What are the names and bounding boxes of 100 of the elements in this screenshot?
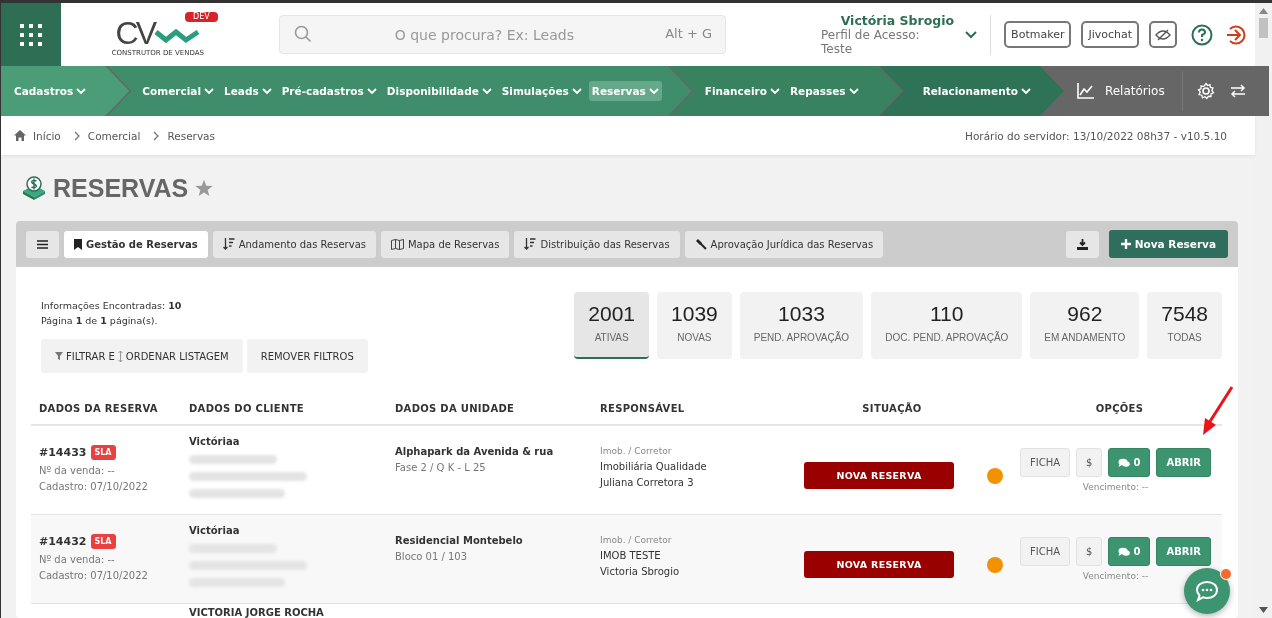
- chevron-down-icon: [204, 87, 214, 95]
- header-button[interactable]: Botmaker: [1004, 21, 1072, 48]
- broker-name: Victoria Sbrogio: [600, 566, 681, 577]
- responsible-role: Imob. / Corretor: [600, 446, 673, 456]
- chevron-down-icon: [366, 87, 377, 95]
- scroll-down-icon[interactable]: [1259, 607, 1268, 613]
- column-header: DADOS DA RESERVA: [38, 402, 159, 414]
- nav-menu-item[interactable]: Repasses: [786, 81, 862, 101]
- tab[interactable]: Aprovação Jurídica das Reservas: [684, 230, 884, 258]
- menu-icon: [37, 239, 48, 249]
- comments-icon: [1118, 546, 1131, 557]
- nav-menu-item[interactable]: Simulações: [498, 81, 585, 101]
- payment-button[interactable]: $: [1076, 537, 1103, 566]
- chevron-right-icon: [73, 130, 81, 141]
- comments-button[interactable]: 0: [1108, 448, 1151, 477]
- user-name: Victória Sbrogio: [840, 13, 955, 28]
- sla-badge: SLA: [90, 445, 116, 460]
- chat-bubble-icon: [1195, 580, 1219, 602]
- open-button[interactable]: ABRIR: [1156, 537, 1211, 566]
- client-name: VICTORIA JORGE ROCHA: [189, 607, 325, 618]
- chevron-down-icon: [848, 87, 859, 95]
- column-header: DADOS DO CLIENTE: [188, 402, 305, 414]
- chevron-down-icon: [648, 87, 659, 95]
- scroll-thumb[interactable]: [1259, 18, 1268, 38]
- chevron-down-icon[interactable]: [965, 30, 978, 39]
- sort-arrows-icon: [117, 350, 123, 362]
- nav-menu-item[interactable]: Financeiro: [701, 81, 783, 101]
- status-filter-card[interactable]: 1033 PEND. APROVAÇÃO: [739, 292, 864, 359]
- open-button[interactable]: ABRIR: [1156, 448, 1211, 477]
- tab[interactable]: Andamento das Reservas: [212, 230, 376, 258]
- star-icon[interactable]: [195, 179, 214, 197]
- sla-badge: SLA: [90, 534, 116, 549]
- new-reservation-button[interactable]: Nova Reserva: [1108, 230, 1228, 258]
- form-button[interactable]: FICHA: [1020, 448, 1071, 477]
- header-button[interactable]: Jivochat: [1081, 21, 1140, 48]
- status-filter-card[interactable]: 110 DOC. PEND. APROVAÇÃO: [871, 292, 1023, 359]
- reservation-number: #14433: [39, 446, 87, 459]
- payment-button[interactable]: $: [1076, 448, 1103, 477]
- breadcrumb-link[interactable]: Reservas: [167, 129, 216, 142]
- sort-icon: [524, 238, 537, 250]
- chevron-down-icon: [261, 87, 272, 95]
- map-icon: [391, 238, 404, 250]
- form-button[interactable]: FICHA: [1020, 537, 1071, 566]
- chevron-down-icon: [769, 87, 780, 95]
- shortcut-hint: Alt + G: [665, 26, 712, 41]
- page-title: RESERVAS: [53, 173, 189, 203]
- comments-button[interactable]: 0: [1108, 537, 1151, 566]
- apps-menu-button[interactable]: [1, 3, 61, 66]
- results-count: Informações Encontradas: 10: [41, 299, 183, 313]
- page-info: Página 1 de 1 página(s).: [41, 314, 159, 328]
- unit-detail: Fase 2 / Q K - L 25: [395, 462, 487, 473]
- swap-arrows-icon[interactable]: [1228, 84, 1247, 98]
- registration-date: Cadastro: 07/10/2022: [39, 481, 149, 492]
- bookmark-icon: [74, 238, 82, 250]
- breadcrumb-link[interactable]: Comercial: [87, 129, 141, 142]
- plus-icon: [1120, 239, 1131, 249]
- eye-slash-icon: [1155, 28, 1172, 41]
- hide-button[interactable]: [1149, 21, 1178, 48]
- sale-number: Nº da venda: --: [39, 465, 116, 476]
- filter-sort-button[interactable]: FILTRAR E ORDENAR LISTAGEM: [41, 339, 243, 373]
- download-button[interactable]: [1065, 230, 1099, 258]
- help-icon[interactable]: [1191, 23, 1214, 46]
- money-box-icon: [22, 176, 46, 200]
- agency-name: IMOB TESTE: [600, 550, 662, 561]
- breadcrumb-link[interactable]: Início: [33, 129, 61, 142]
- column-header: OPÇÕES: [1094, 402, 1145, 414]
- line-chart-icon: [1076, 83, 1095, 99]
- nav-menu-item[interactable]: Comercial: [139, 81, 217, 101]
- status-filter-card[interactable]: 962 EM ANDAMENTO: [1030, 292, 1140, 359]
- chevron-down-icon: [1020, 87, 1031, 95]
- scroll-up-icon[interactable]: [1259, 8, 1268, 14]
- nav-menu-item[interactable]: Leads: [221, 81, 275, 101]
- settings-icon[interactable]: [1196, 82, 1215, 100]
- logout-icon[interactable]: [1225, 23, 1247, 46]
- tab[interactable]: Gestão de Reservas: [64, 230, 208, 258]
- unit-name: Alphapark da Avenida & rua: [395, 446, 555, 457]
- status-dot: [987, 467, 1003, 484]
- tab[interactable]: Mapa de Reservas: [381, 230, 510, 258]
- sale-number: Nº da venda: --: [39, 554, 116, 565]
- scrollbar[interactable]: [1255, 3, 1272, 618]
- nav-menu-item[interactable]: Disponibilidade: [383, 81, 495, 101]
- column-header: SITUAÇÃO: [861, 402, 923, 414]
- nav-menu-item[interactable]: Pré-cadastros: [278, 81, 380, 101]
- status-filter-card[interactable]: 2001 ATIVAS: [574, 292, 650, 359]
- unit-name: Residencial Montebelo: [395, 535, 524, 546]
- client-name: Victóriaa: [189, 525, 241, 536]
- reports-link[interactable]: Relatórios: [1073, 79, 1168, 103]
- chevron-down-icon: [571, 87, 582, 95]
- remove-filters-button[interactable]: REMOVER FILTROS: [246, 339, 368, 373]
- chevron-down-icon: [481, 87, 492, 95]
- column-header: RESPONSÁVEL: [599, 402, 686, 414]
- comments-icon: [1118, 457, 1131, 468]
- menu-button[interactable]: [26, 230, 59, 258]
- grid-icon: [18, 22, 43, 47]
- tab[interactable]: Distribuição das Reservas: [514, 230, 680, 258]
- status-filter-card[interactable]: 1039 NOVAS: [657, 292, 732, 359]
- server-time: Horário do servidor: 13/10/2022 08h37 - v10.5.10: [965, 129, 1227, 142]
- status-filter-card[interactable]: 7548 TODAS: [1147, 292, 1222, 359]
- broker-name: Juliana Corretora 3: [600, 477, 695, 488]
- nav-menu-item[interactable]: Relacionamento: [919, 81, 1034, 101]
